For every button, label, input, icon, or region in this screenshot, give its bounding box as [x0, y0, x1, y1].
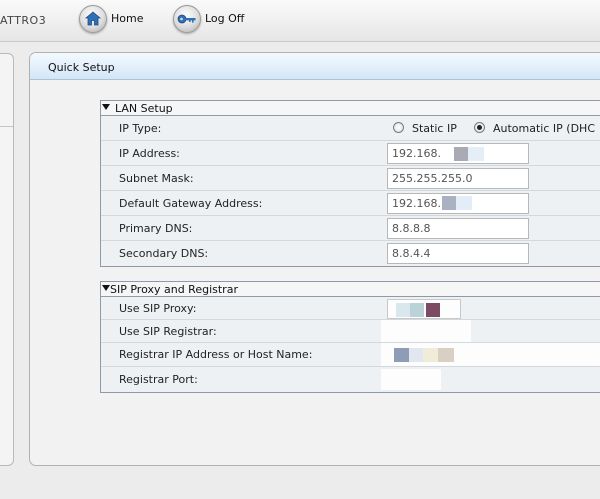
redacted-block — [394, 348, 409, 362]
subnet-mask-row: Subnet Mask: — [101, 166, 600, 191]
redacted-block — [423, 348, 438, 362]
gateway-row: Default Gateway Address: — [101, 191, 600, 216]
use-sip-registrar-row: Use SIP Registrar: — [101, 320, 600, 343]
redacted-block — [410, 303, 424, 317]
redacted-block — [442, 196, 456, 210]
registrar-address-label: Registrar IP Address or Host Name: — [119, 348, 313, 361]
registrar-port-field[interactable] — [381, 369, 441, 390]
key-icon — [173, 5, 201, 33]
lan-setup-header[interactable]: LAN Setup — [101, 101, 600, 116]
use-sip-registrar-select[interactable] — [381, 320, 471, 342]
ip-address-label: IP Address: — [119, 147, 180, 160]
static-ip-label: Static IP — [412, 122, 457, 135]
logoff-button[interactable]: Log Off — [173, 5, 244, 35]
use-sip-proxy-label: Use SIP Proxy: — [119, 302, 197, 315]
lan-setup-title: LAN Setup — [115, 102, 173, 115]
home-icon — [79, 5, 107, 33]
left-panel-divider — [0, 126, 13, 127]
home-label: Home — [111, 12, 144, 25]
collapse-arrow-icon[interactable] — [102, 285, 110, 291]
secondary-dns-row: Secondary DNS: — [101, 241, 600, 266]
primary-dns-label: Primary DNS: — [119, 222, 193, 235]
lan-setup-section: LAN Setup IP Type: Static IP Automatic I… — [100, 100, 600, 267]
redacted-block — [456, 196, 472, 210]
collapse-arrow-icon[interactable] — [102, 104, 110, 110]
device-name: ATTRO3 — [0, 14, 47, 27]
top-toolbar: ATTRO3 Home Log Off — [0, 0, 600, 42]
sip-proxy-section: SIP Proxy and Registrar Use SIP Proxy: U… — [100, 281, 600, 393]
primary-dns-row: Primary DNS: — [101, 216, 600, 241]
subnet-mask-field[interactable] — [387, 168, 529, 189]
redacted-block — [454, 147, 468, 161]
redacted-block — [409, 348, 423, 362]
secondary-dns-field[interactable] — [387, 243, 529, 264]
automatic-ip-radio[interactable] — [474, 122, 485, 133]
automatic-ip-label: Automatic IP (DHC — [493, 122, 595, 135]
redacted-block — [468, 147, 484, 161]
sip-proxy-header[interactable]: SIP Proxy and Registrar — [101, 282, 600, 297]
page-title: Quick Setup — [48, 61, 115, 74]
home-button[interactable]: Home — [79, 5, 143, 35]
redacted-block — [438, 348, 454, 362]
gateway-label: Default Gateway Address: — [119, 197, 263, 210]
logoff-label: Log Off — [205, 12, 245, 25]
panel-header: Quick Setup — [30, 53, 600, 80]
registrar-address-row: Registrar IP Address or Host Name: — [101, 343, 600, 367]
ip-type-row: IP Type: Static IP Automatic IP (DHC — [101, 116, 600, 141]
use-sip-proxy-row: Use SIP Proxy: — [101, 297, 600, 320]
sip-proxy-title: SIP Proxy and Registrar — [110, 283, 238, 296]
registrar-port-row: Registrar Port: — [101, 367, 600, 392]
redacted-block — [426, 303, 440, 317]
secondary-dns-label: Secondary DNS: — [119, 247, 209, 260]
use-sip-registrar-label: Use SIP Registrar: — [119, 325, 217, 338]
static-ip-radio[interactable] — [393, 122, 404, 133]
primary-dns-field[interactable] — [387, 218, 529, 239]
ip-address-row: IP Address: — [101, 141, 600, 166]
registrar-port-label: Registrar Port: — [119, 373, 198, 386]
subnet-mask-label: Subnet Mask: — [119, 172, 194, 185]
left-navigation-panel — [0, 53, 14, 466]
ip-type-label: IP Type: — [119, 122, 162, 135]
redacted-block — [396, 303, 410, 317]
